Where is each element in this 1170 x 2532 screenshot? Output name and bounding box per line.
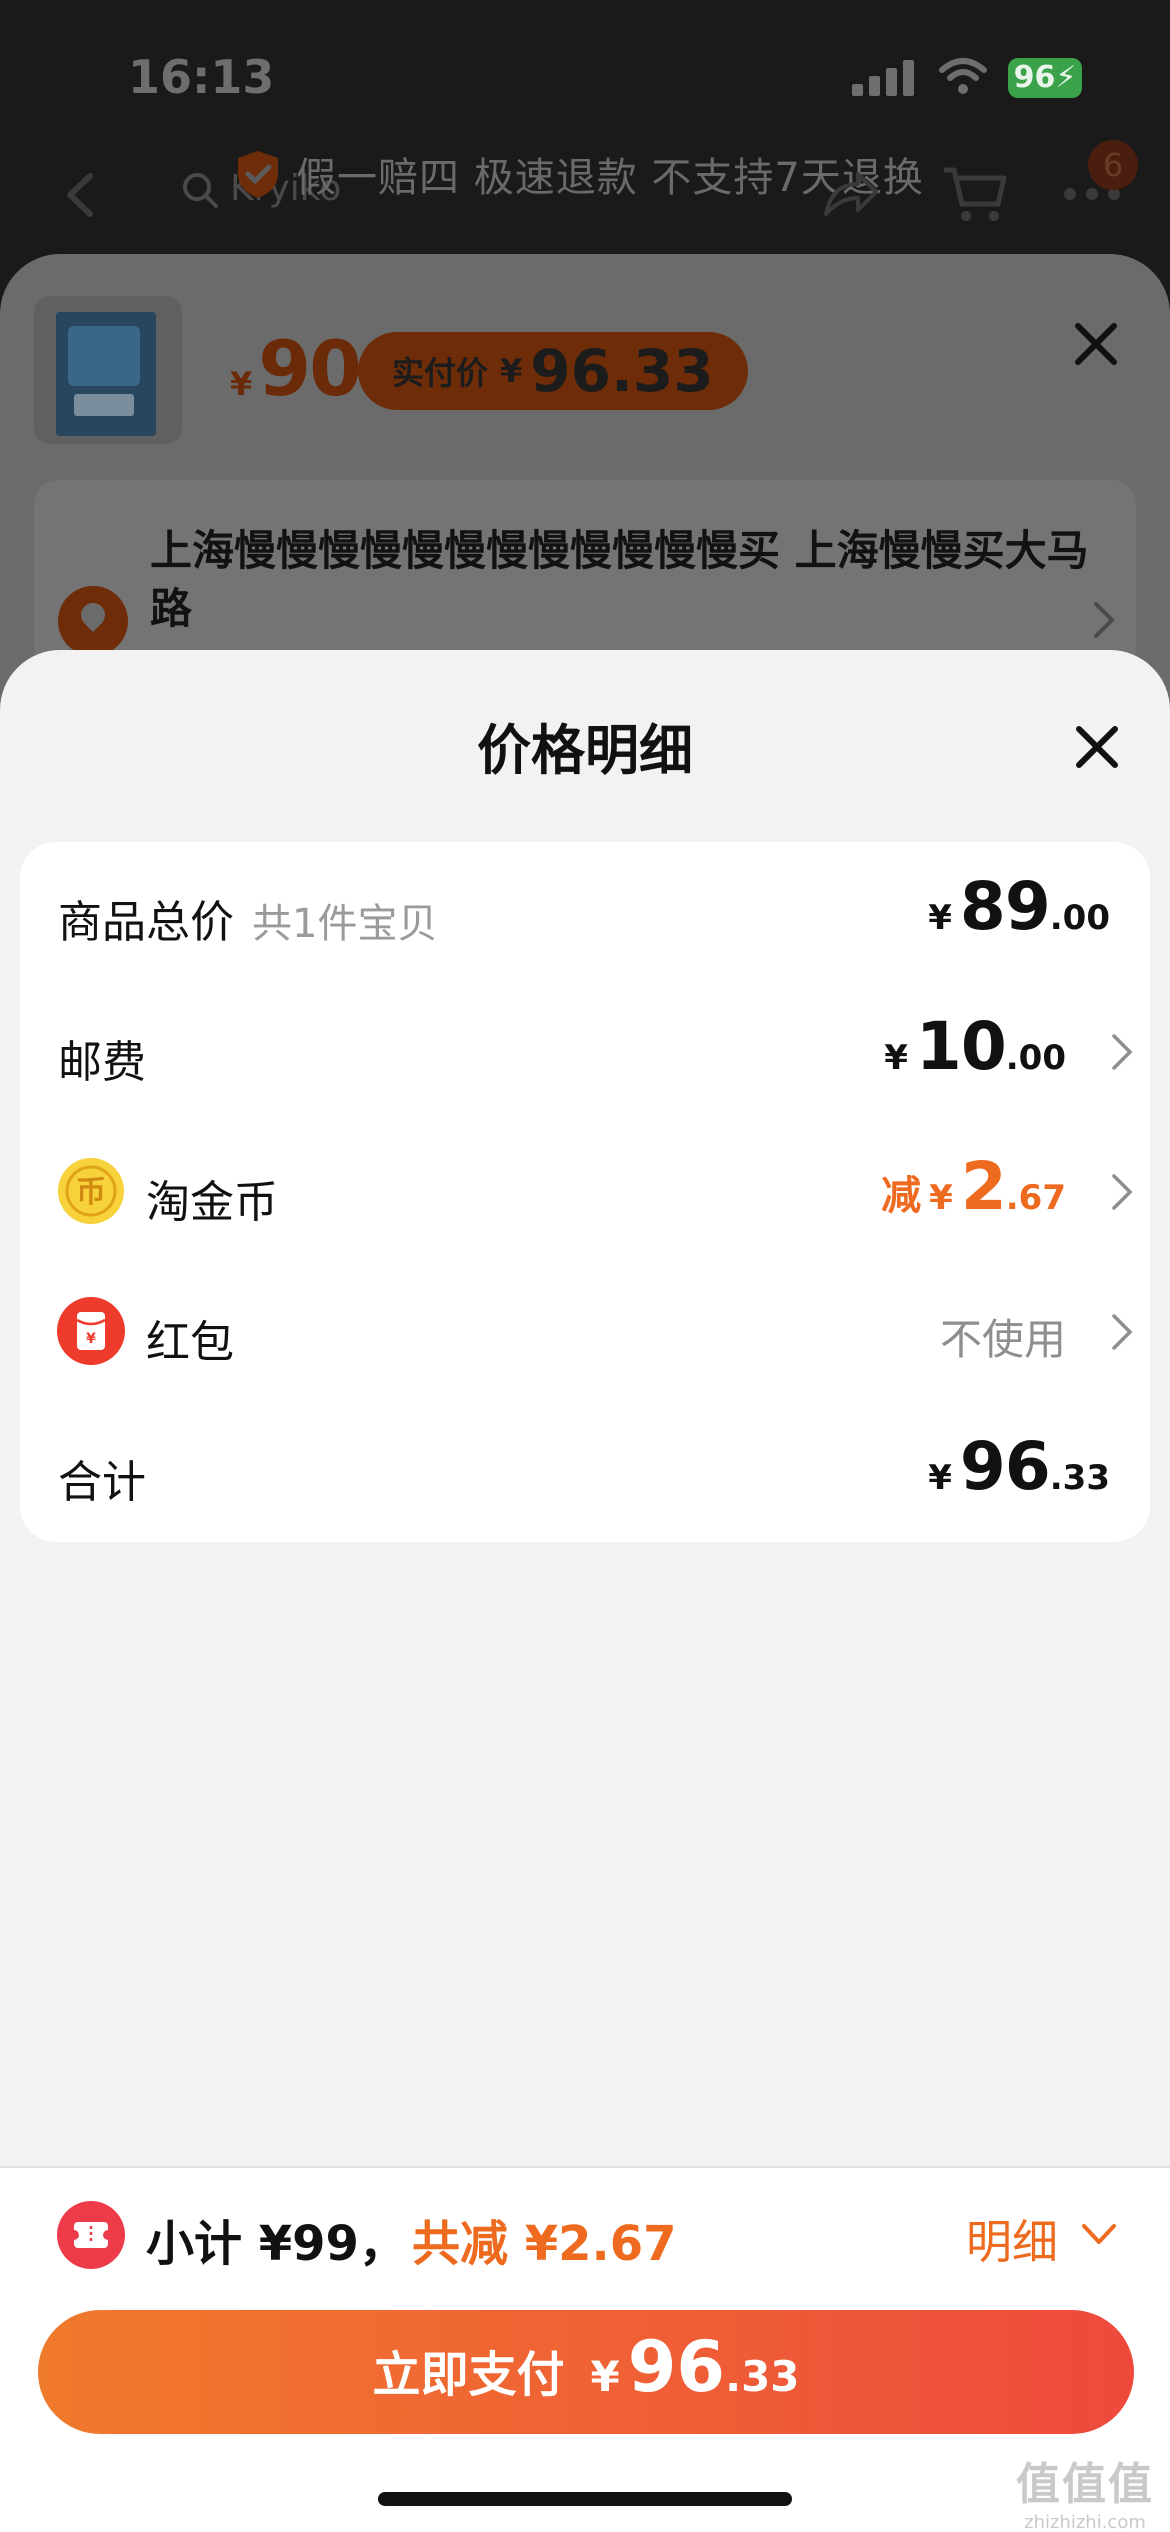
close-icon[interactable] <box>1074 724 1120 770</box>
shield-icon <box>238 151 278 198</box>
sku-price-currency: ¥ <box>230 365 253 403</box>
cellular-signal-icon <box>852 60 914 96</box>
svg-text:¥: ¥ <box>86 1331 96 1347</box>
gold-coin-discount: 减 ¥2.67 <box>881 1148 1066 1225</box>
grand-total-label: 合计 <box>58 1457 146 1508</box>
status-time: 16:13 <box>128 50 275 104</box>
chevron-right-icon <box>1112 1174 1133 1210</box>
site-watermark: 值值值 zhizhizhi.com <box>1010 2448 1160 2532</box>
battery-level: 96 <box>1013 60 1056 95</box>
chevron-right-icon <box>1112 1314 1133 1350</box>
chevron-right-icon <box>1112 1034 1133 1070</box>
checkout-bottom-bar: 小计 ¥99， 共减 ¥2.67 明细 立即支付 ¥ 96 .33 <box>0 2166 1170 2532</box>
location-pin-icon <box>58 586 128 656</box>
wifi-icon <box>939 58 987 94</box>
chevron-right-icon <box>1094 602 1115 638</box>
share-icon[interactable] <box>820 170 880 220</box>
grand-total-row: 合计 ¥96.33 <box>20 1402 1150 1542</box>
sku-price: ¥ 90 <box>230 324 362 413</box>
grand-total-currency: ¥ <box>928 1458 952 1498</box>
detail-toggle-link[interactable]: 明细 <box>966 2206 1058 2272</box>
battery-indicator: 96⚡ <box>1008 58 1082 98</box>
coupon-icon <box>57 2201 125 2269</box>
shipping-address: 上海慢慢慢慢慢慢慢慢慢慢慢慢买 上海慢慢买大马路 <box>150 526 1089 633</box>
shipping-fee-row[interactable]: 邮费 ¥10.00 <box>20 982 1150 1122</box>
search-icon <box>183 173 218 208</box>
home-indicator[interactable] <box>378 2492 792 2506</box>
gold-coin-icon: 币 <box>58 1158 124 1224</box>
item-count: 共1件宝贝 <box>252 901 438 947</box>
pay-now-button[interactable]: 立即支付 ¥ 96 .33 <box>38 2310 1134 2434</box>
red-packet-label: 红包 <box>146 1317 234 1368</box>
watermark-url: zhizhizhi.com <box>1024 2512 1146 2532</box>
product-nav-bar: Kryiko 假一赔四 极速退款 不支持7天退换 6 <box>0 140 1170 250</box>
product-thumbnail[interactable] <box>34 296 182 444</box>
goods-total-currency: ¥ <box>928 898 952 938</box>
shipping-fee-currency: ¥ <box>884 1038 908 1078</box>
shipping-fee-label: 邮费 <box>58 1037 146 1088</box>
cart-count-badge: 6 <box>1088 140 1138 190</box>
real-price-currency: ¥ <box>500 352 523 390</box>
grand-total-integer: 96 <box>959 1428 1051 1505</box>
grand-total-decimal: .33 <box>1049 1458 1110 1498</box>
close-icon[interactable] <box>1072 320 1120 368</box>
red-packet-icon: ¥ <box>57 1297 125 1365</box>
gold-coin-decimal: .67 <box>1005 1178 1066 1218</box>
sheet-title: 价格明细 <box>477 719 693 782</box>
pay-button-label: 立即支付 <box>372 2347 565 2403</box>
svg-text:币: 币 <box>76 1175 106 1210</box>
pay-button-currency: ¥ <box>590 2352 620 2401</box>
watermark-logo: 值值值 <box>1016 2459 1154 2510</box>
real-price-badge: 实付价 ¥ 96.33 <box>358 332 748 410</box>
pay-button-decimal: .33 <box>725 2352 800 2401</box>
goods-total-integer: 89 <box>959 868 1051 945</box>
goods-total-decimal: .00 <box>1049 898 1110 938</box>
pay-button-integer: 96 <box>627 2326 726 2408</box>
goods-total-label: 商品总价 <box>58 897 234 948</box>
gold-coin-currency: ¥ <box>929 1178 953 1218</box>
total-discount-text: 共减 ¥2.67 <box>412 2216 677 2272</box>
goods-total-row: 商品总价 共1件宝贝 ¥89.00 <box>20 842 1150 982</box>
real-price-label: 实付价 <box>392 354 489 392</box>
grand-total-amount: ¥96.33 <box>928 1428 1110 1505</box>
shipping-fee-amount: ¥10.00 <box>884 1008 1066 1085</box>
discount-prefix: 减 <box>881 1173 922 1219</box>
red-packet-row[interactable]: ¥ 红包 不使用 <box>20 1262 1150 1402</box>
real-price-value: 96.33 <box>530 337 714 405</box>
subtotal-text: 小计 ¥99， <box>146 2216 407 2272</box>
sku-price-value: 90 <box>258 324 362 413</box>
chevron-down-icon[interactable] <box>1080 2222 1118 2248</box>
shipping-fee-decimal: .00 <box>1005 1038 1066 1078</box>
gold-coin-label: 淘金币 <box>146 1177 278 1228</box>
red-packet-value: 不使用 <box>939 1315 1066 1364</box>
price-breakdown-card: 商品总价 共1件宝贝 ¥89.00 邮费 ¥10.00 币 淘金币 减 ¥ 2 … <box>20 842 1150 1542</box>
shipping-fee-integer: 10 <box>915 1008 1007 1085</box>
gold-coin-integer: 2 <box>960 1148 1007 1225</box>
status-bar: 16:13 96⚡ <box>0 0 1170 150</box>
gold-coin-row[interactable]: 币 淘金币 减 ¥2.67 <box>20 1122 1150 1262</box>
back-arrow-icon[interactable] <box>60 170 104 220</box>
cart-icon[interactable] <box>940 164 1010 224</box>
goods-total-amount: ¥89.00 <box>928 868 1110 945</box>
